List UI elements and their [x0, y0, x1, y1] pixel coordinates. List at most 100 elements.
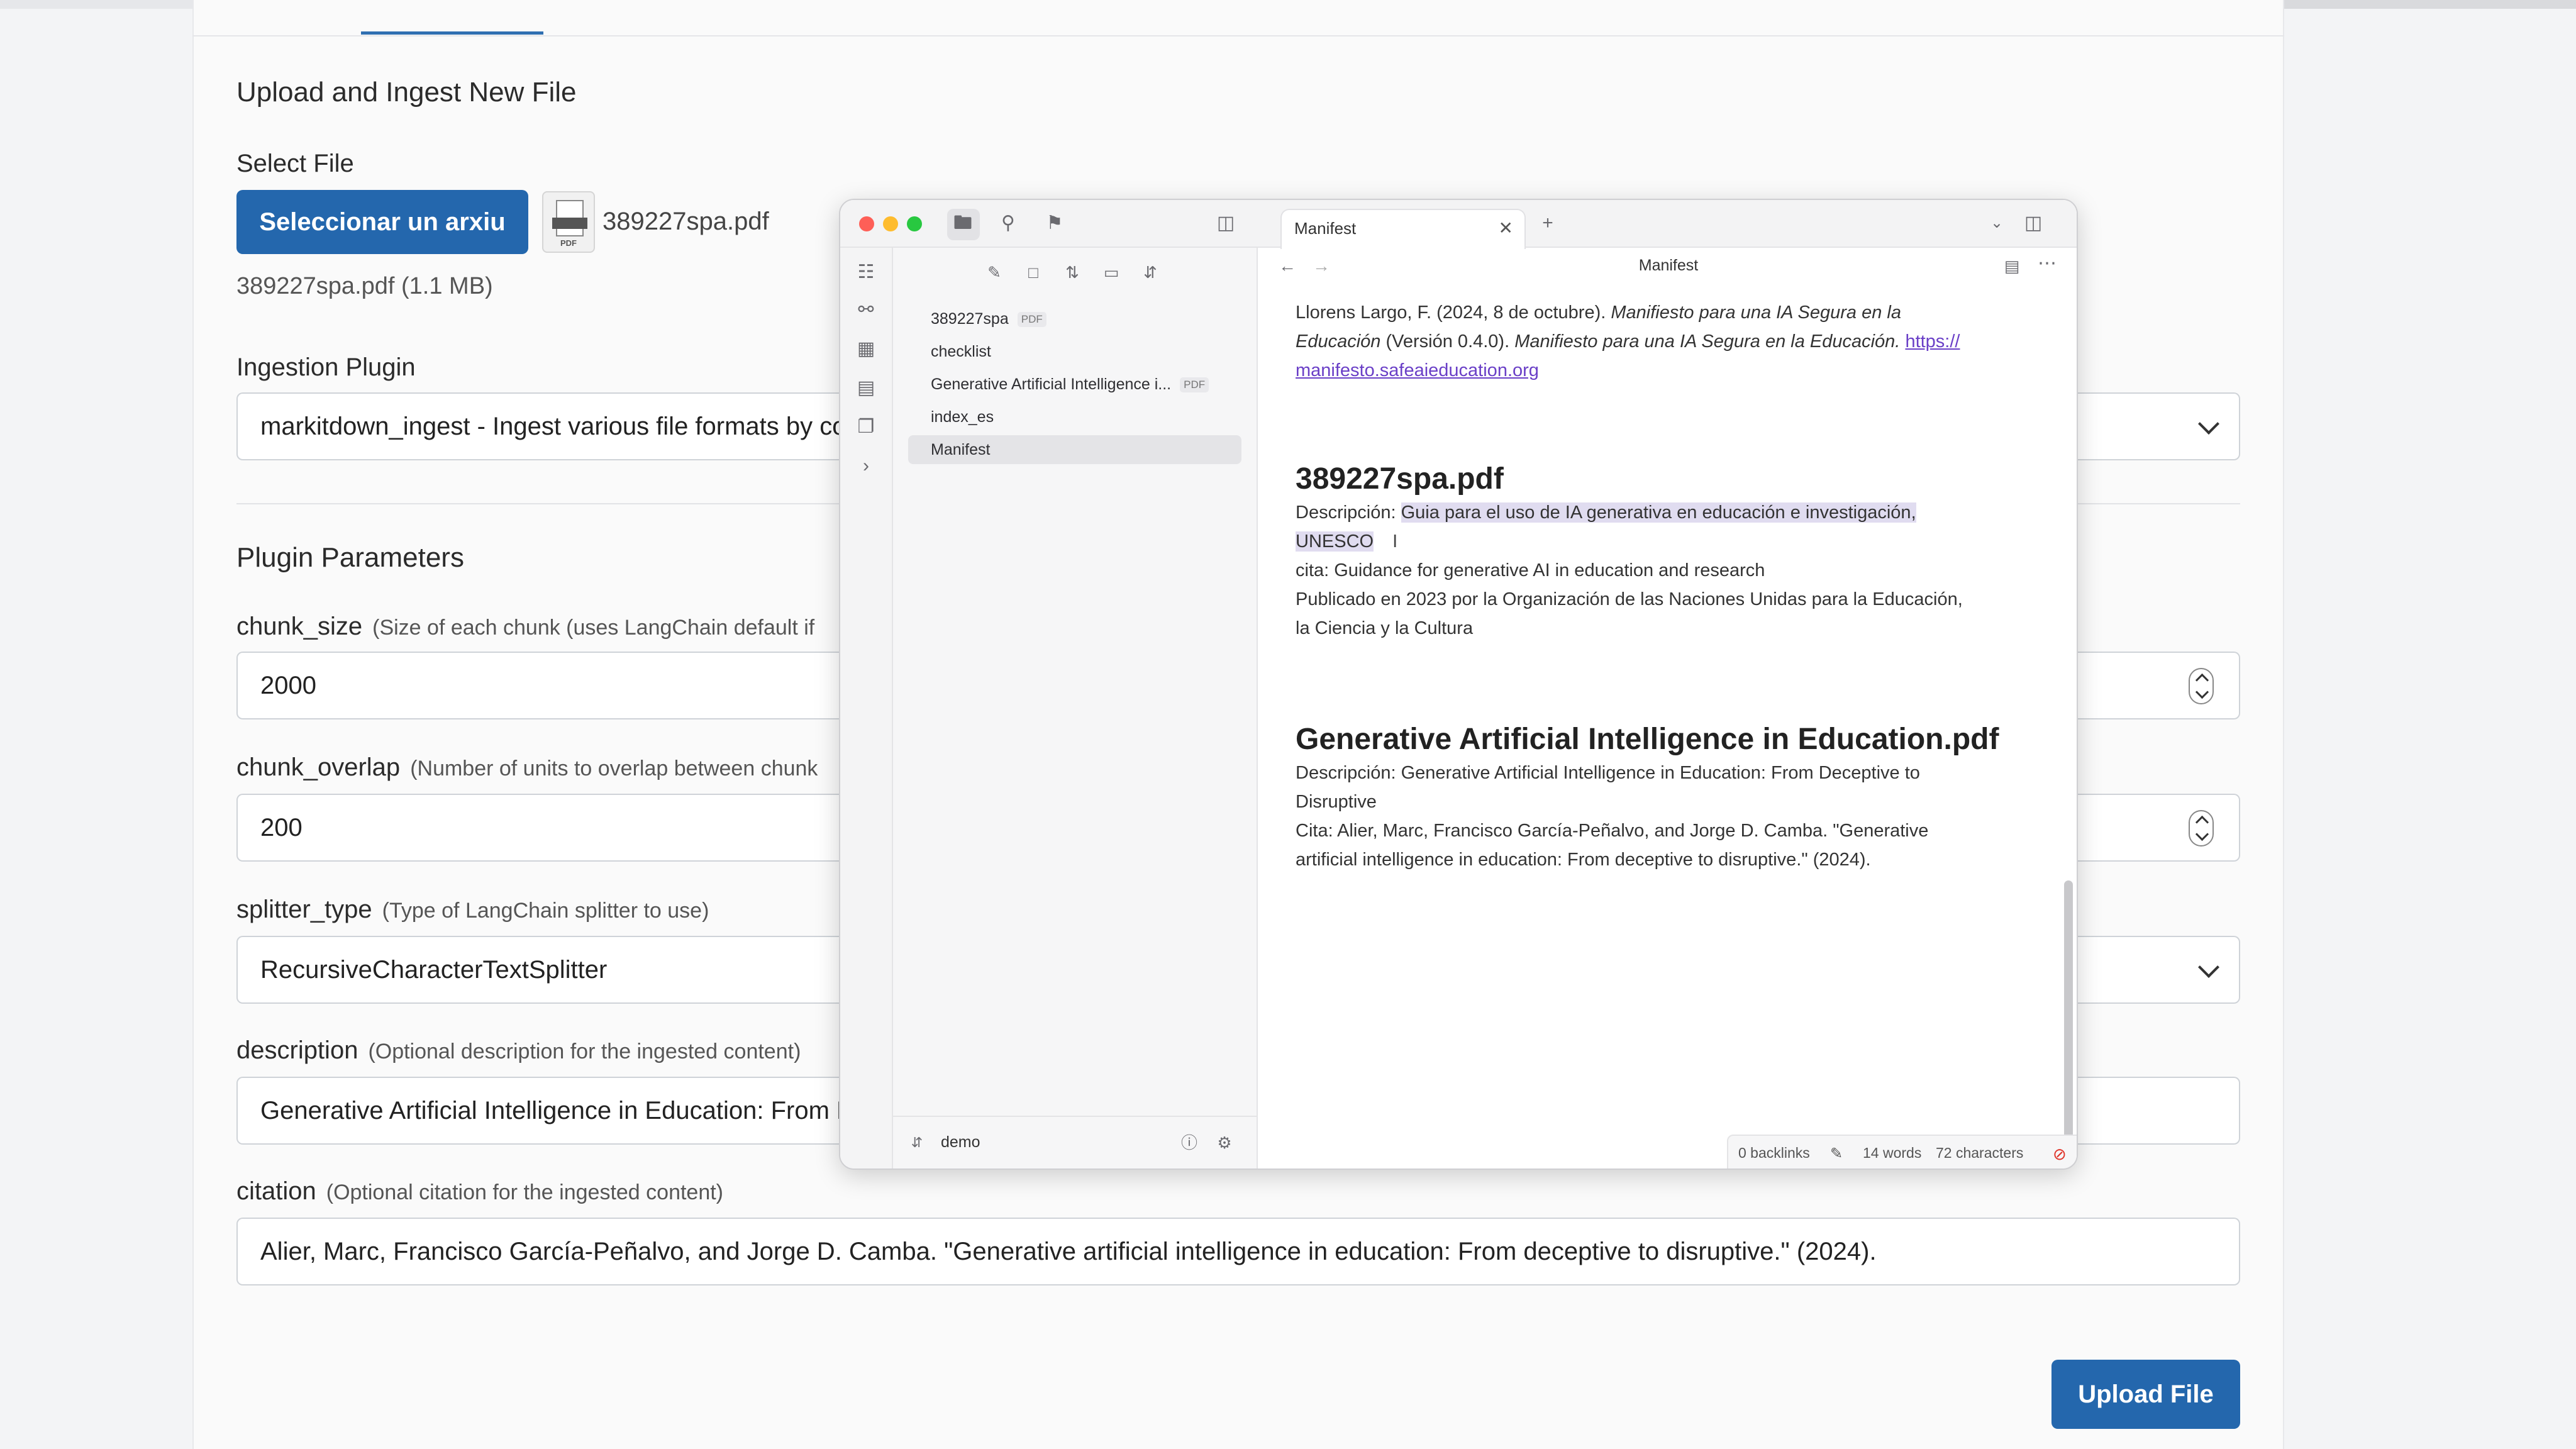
chunk-overlap-label: chunk_overlap (Number of units to overlap…	[236, 753, 818, 782]
upload-file-button[interactable]: Upload File	[2051, 1360, 2240, 1429]
graph-icon[interactable]: ⚯	[857, 301, 875, 319]
tab-manifest[interactable]: Manifest ✕	[1280, 209, 1526, 249]
file-name: checklist	[931, 343, 991, 360]
generative-ai-paragraph: Descripción: Generative Artificial Intel…	[1296, 758, 2038, 874]
desc-line: Disruptive	[1296, 792, 1377, 812]
scrollbar[interactable]	[2064, 880, 2073, 1169]
citation-name: citation	[236, 1177, 316, 1205]
file-name: Generative Artificial Intelligence i...	[931, 375, 1172, 393]
expand-icon[interactable]: ⇵	[1141, 263, 1160, 282]
cita-line: artificial intelligence in education: Fr…	[1296, 850, 1871, 870]
ref-text: (Versión 0.4.0).	[1380, 331, 1515, 352]
sync-off-icon[interactable]: ⊘	[2053, 1145, 2067, 1164]
splitter-type-label: splitter_type (Type of LangChain splitter…	[236, 896, 709, 924]
select-file-button[interactable]: Seleccionar un arxiu	[236, 190, 528, 254]
file-item[interactable]: 389227spa PDF	[908, 304, 1241, 333]
ref-text: Llorens Largo, F. (2024, 8 de octubre).	[1296, 303, 1611, 323]
minimize-window-icon[interactable]	[883, 216, 898, 231]
sidebar-toggle-icon[interactable]: ◫	[1215, 214, 1236, 233]
heading-389227spa: 389227spa.pdf	[1296, 462, 1504, 496]
sort-icon[interactable]: ⇅	[1063, 263, 1082, 282]
desc-line: Descripción: Generative Artificial Intel…	[1296, 763, 1920, 783]
tab-divider	[192, 35, 2284, 36]
terminal-icon[interactable]: ›	[857, 457, 875, 475]
notes-app-window: 🖿 ⚲ ⚑ ◫ ☷ ⚯ ▦ ▤ ❐ › ✎ □ ⇅ ▭ ⇵ 389227spa P…	[839, 199, 2078, 1170]
chevron-down-icon	[2198, 413, 2219, 435]
search-icon[interactable]: ⚲	[999, 214, 1018, 233]
close-tab-icon[interactable]: ✕	[1499, 210, 1513, 247]
file-item[interactable]: Generative Artificial Intelligence i... P…	[908, 370, 1241, 399]
help-icon[interactable]: ⓘ	[1180, 1133, 1199, 1152]
ref-italic: Educación	[1296, 331, 1381, 352]
ref-italic: Manifiesto para una IA Segura en la Educ…	[1514, 331, 1901, 352]
cita-line: cita: Guidance for generative AI in educ…	[1296, 560, 1765, 580]
stepper-icon[interactable]	[2189, 668, 2214, 704]
file-name: Manifest	[931, 441, 991, 458]
chunk-size-name: chunk_size	[236, 613, 363, 640]
right-sidebar-toggle-icon[interactable]: ◫	[2023, 214, 2044, 233]
new-tab-icon[interactable]: +	[1538, 214, 1557, 233]
file-name: index_es	[931, 408, 994, 426]
vault-name[interactable]: demo	[941, 1133, 980, 1152]
description-value: Generative Artificial Intelligence in Ed…	[260, 1097, 855, 1124]
file-name: 389227spa	[931, 310, 1009, 328]
pdf-badge: PDF	[1017, 312, 1046, 327]
selected-file-info: 389227spa.pdf (1.1 MB)	[236, 273, 493, 299]
canvas-icon[interactable]: ▦	[857, 340, 875, 358]
word-count: 14 words	[1863, 1145, 1922, 1161]
settings-icon[interactable]: ⚙	[1215, 1133, 1234, 1152]
ingestion-plugin-label: Ingestion Plugin	[236, 353, 416, 381]
chunk-overlap-value: 200	[260, 814, 303, 841]
chunk-size-label: chunk_size (Size of each chunk (uses Lang…	[236, 613, 814, 641]
edit-icon[interactable]: ✎	[1830, 1145, 1843, 1163]
bookmark-icon[interactable]: ⚑	[1045, 214, 1064, 233]
description-paragraph: Descripción: Guia para el uso de IA gene…	[1296, 498, 2038, 643]
folder-icon[interactable]: 🖿	[953, 214, 972, 233]
calendar-icon[interactable]: ▤	[857, 379, 875, 397]
chunk-size-hint: (Size of each chunk (uses LangChain defa…	[372, 616, 815, 640]
new-folder-icon[interactable]: □	[1024, 263, 1043, 282]
zoom-window-icon[interactable]	[907, 216, 922, 231]
stepper-icon[interactable]	[2189, 810, 2214, 847]
description-name: description	[236, 1036, 358, 1064]
selected-filename: 389227spa.pdf	[602, 208, 769, 235]
reading-view-icon[interactable]: ▤	[2002, 257, 2021, 275]
active-tab-indicator	[361, 31, 543, 35]
more-options-icon[interactable]: ⋯	[2038, 254, 2057, 273]
tab-label: Manifest	[1294, 219, 1357, 238]
cita-line: Cita: Alier, Marc, Francisco García-Peña…	[1296, 821, 1929, 841]
file-item-selected[interactable]: Manifest	[908, 435, 1241, 464]
external-link[interactable]: https://	[1905, 331, 1960, 352]
text-cursor-icon: I	[1392, 531, 1398, 552]
copy-icon[interactable]: ❐	[857, 418, 875, 436]
external-link[interactable]: manifesto.safeaieducation.org	[1296, 360, 1539, 380]
close-window-icon[interactable]	[859, 216, 874, 231]
chunk-size-value: 2000	[260, 672, 316, 699]
status-bar: 0 backlinks ✎ 14 words 72 characters ⊘	[1727, 1135, 2077, 1169]
splitter-type-hint: (Type of LangChain splitter to use)	[382, 899, 709, 923]
citation-label: citation (Optional citation for the inges…	[236, 1177, 723, 1206]
description-label: description (Optional description for the…	[236, 1036, 801, 1065]
pdf-file-icon: PDF	[542, 191, 595, 253]
splitter-type-name: splitter_type	[236, 896, 372, 923]
ref-italic: Manifiesto para una IA Segura en la	[1611, 303, 1901, 323]
heading-generative-ai: Generative Artificial Intelligence in Ed…	[1296, 723, 1999, 756]
vault-switch-icon[interactable]: ⇵	[909, 1133, 924, 1152]
chevron-down-icon[interactable]: ⌄	[1987, 214, 2006, 233]
new-note-icon[interactable]: ✎	[985, 263, 1004, 282]
citation-value: Alier, Marc, Francisco García-Peñalvo, a…	[260, 1238, 1877, 1265]
file-item[interactable]: checklist	[908, 337, 1241, 366]
description-hint: (Optional description for the ingested c…	[368, 1040, 801, 1063]
backlinks-count[interactable]: 0 backlinks	[1738, 1145, 1810, 1162]
upload-title: Upload and Ingest New File	[236, 77, 577, 108]
collapse-icon[interactable]: ▭	[1102, 263, 1121, 282]
file-item[interactable]: index_es	[908, 402, 1241, 431]
open-note-icon[interactable]: ☷	[857, 263, 875, 282]
plugin-params-title: Plugin Parameters	[236, 542, 464, 573]
selected-text: UNESCO	[1296, 531, 1374, 552]
character-count: 72 characters	[1936, 1145, 2024, 1161]
ingestion-plugin-value: markitdown_ingest - Ingest various file …	[260, 413, 847, 440]
pub-line: Publicado en 2023 por la Organización de…	[1296, 589, 1963, 609]
citation-input[interactable]: Alier, Marc, Francisco García-Peñalvo, a…	[236, 1218, 2240, 1285]
selected-text: Guia para el uso de IA generativa en edu…	[1401, 502, 1916, 523]
